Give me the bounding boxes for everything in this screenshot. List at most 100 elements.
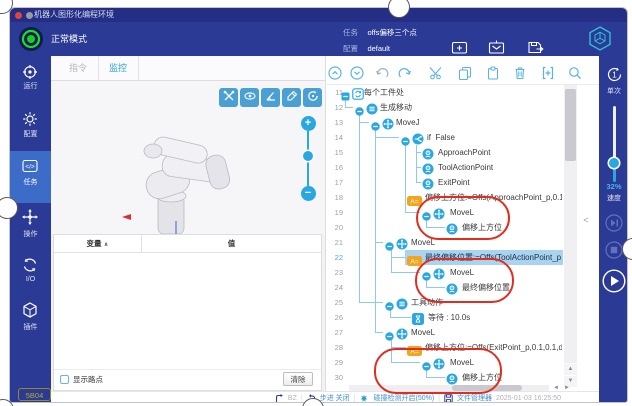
clear-button[interactable]: 清除 [283, 372, 313, 386]
separator: | [438, 395, 440, 402]
tree-node-label[interactable]: MoveL [411, 325, 562, 340]
collapse-toggle-icon[interactable] [401, 133, 410, 142]
tree-node-label[interactable]: ExitPoint [438, 175, 562, 190]
collapse-toggle-icon[interactable] [385, 298, 394, 307]
scroll-up-button[interactable]: ▲ [564, 364, 577, 375]
tree-node-label[interactable]: 每个工件处 [364, 85, 562, 100]
speed-label: 速度 [599, 193, 628, 203]
line-number: 12 [325, 100, 343, 115]
sidebar-item-label-plugin: 插件 [10, 322, 51, 332]
new-icon [443, 39, 475, 56]
paint-button[interactable] [282, 88, 301, 107]
tree-node-label[interactable]: ToolActionPoint [438, 160, 562, 175]
config-label: 配置 [343, 44, 358, 53]
line-number: 19 [325, 205, 343, 220]
show-waypoints-checkbox[interactable] [60, 375, 69, 384]
tree-connector [345, 107, 353, 108]
collapse-toggle-icon[interactable] [371, 118, 380, 127]
tree-node-label[interactable]: 生成移动 [380, 100, 562, 115]
zoom-in-button[interactable]: + [301, 116, 316, 131]
measure-button[interactable] [261, 88, 280, 107]
line-number: 21 [325, 235, 343, 250]
collision-detection-status[interactable]: 碰撞检测开启(50%) [373, 393, 434, 403]
stop-button[interactable] [605, 241, 623, 264]
window-titlebar: 机器人图形化编程环境 [10, 8, 627, 22]
sidebar-item-config[interactable] [10, 111, 51, 145]
search-icon [568, 67, 582, 84]
speed-value: 32% [599, 182, 628, 191]
collapse-toggle-icon[interactable] [341, 88, 350, 97]
window-title: 机器人图形化编程环境 [34, 8, 114, 22]
line-number: 18 [325, 190, 343, 205]
tree-node-label[interactable]: MoveJ [396, 115, 562, 130]
cut-button[interactable] [429, 66, 443, 80]
line-number: 13 [325, 115, 343, 130]
collapse-all-button[interactable] [328, 66, 342, 80]
delete-button[interactable] [513, 66, 527, 80]
sidebar-item-io[interactable] [10, 257, 51, 291]
collapse-toggle-icon[interactable] [385, 238, 394, 247]
zoom-out-button[interactable]: − [301, 186, 316, 201]
line-number: 25 [325, 295, 343, 310]
tree-node-label[interactable]: ApproachPoint [438, 145, 562, 160]
file-manager-link[interactable]: 文件管理器 [457, 393, 492, 403]
step-mode-status[interactable]: 步进 关闭 [320, 393, 350, 403]
speed-slider-thumb[interactable] [609, 158, 619, 168]
sidebar-item-label-config: 配置 [10, 129, 51, 139]
window-minimize-button[interactable] [26, 12, 33, 19]
sidebar-item-label-run: 运行 [10, 81, 51, 91]
task-label: 任务 [343, 28, 358, 37]
tree-vertical-scrollbar-handle[interactable] [565, 89, 576, 161]
insert-button[interactable] [541, 66, 555, 80]
tree-connector [416, 182, 421, 183]
reset-view-button[interactable] [303, 88, 322, 107]
save-icon [519, 39, 551, 56]
variable-table: 变量 ∧ 值 Pallet_cnt1Pallet_lct1Pallet_lno1… [53, 234, 322, 391]
bz-indicator: BZ [288, 395, 297, 402]
line-number: 22 [325, 250, 343, 265]
step-forward-button[interactable] [605, 214, 623, 237]
line-number: 29 [325, 355, 343, 370]
tools-button[interactable] [219, 88, 238, 107]
redo-icon [398, 67, 412, 84]
line-number: 15 [325, 145, 343, 160]
search-button[interactable] [568, 66, 582, 80]
tree-connector [405, 197, 406, 198]
paste-icon [486, 67, 500, 84]
viewport-3d[interactable]: + − [51, 81, 325, 234]
tab-instruction[interactable]: 指令 [58, 56, 99, 80]
copy-button[interactable] [458, 66, 472, 80]
svg-text:A=: A= [410, 198, 418, 205]
status-timestamp: 2025-01-03 16:25:50 [496, 395, 561, 402]
expand-all-button[interactable] [350, 66, 364, 80]
loop-node-icon [352, 87, 364, 105]
speed-slider-track[interactable] [613, 106, 616, 163]
tab-monitor[interactable]: 监控 [98, 56, 139, 80]
separator: | [354, 395, 356, 402]
robot-arm-graphic [120, 133, 235, 239]
tree-connector [416, 152, 421, 153]
window-close-button[interactable] [15, 12, 22, 19]
task-info: 任务 offs偏移三个点 配置 default [343, 24, 417, 54]
tree-node-label[interactable]: 等待 : 10.0s [428, 310, 562, 325]
zoom-slider-thumb[interactable] [303, 151, 313, 161]
svg-text:A=: A= [410, 258, 418, 265]
io-icon [22, 257, 38, 278]
visibility-button[interactable] [240, 88, 259, 107]
play-button[interactable] [602, 269, 626, 298]
cut-icon [429, 67, 443, 84]
panel-collapse-button[interactable]: < [580, 211, 592, 229]
paste-button[interactable] [486, 66, 500, 80]
collapse-toggle-icon[interactable] [355, 103, 364, 112]
variable-table-header[interactable]: 变量 ∧ 值 [54, 235, 321, 253]
annotation-ellipse-movel-3 [374, 348, 502, 394]
column-variable[interactable]: 变量 [87, 239, 102, 248]
tree-node-label[interactable]: if False [427, 130, 562, 145]
list-node-icon [366, 102, 378, 120]
collapse-toggle-icon[interactable] [385, 328, 394, 337]
line-number: 17 [325, 175, 343, 190]
redo-button[interactable] [398, 66, 412, 80]
column-value[interactable]: 值 [142, 235, 321, 252]
tree-connector [359, 302, 383, 303]
undo-button[interactable] [375, 66, 389, 80]
